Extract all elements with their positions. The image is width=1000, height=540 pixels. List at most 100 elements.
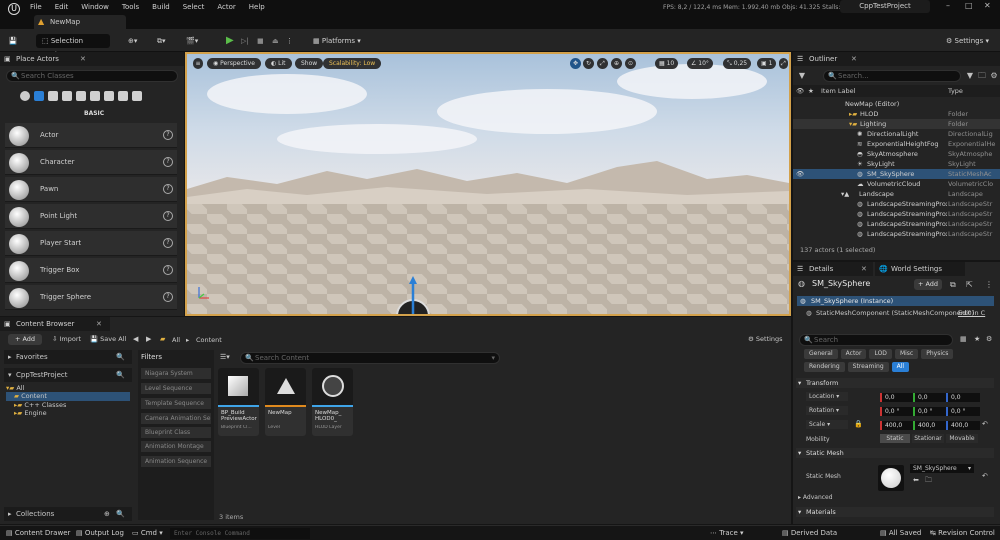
rotation-snap-button[interactable]: ∠ 10°	[687, 58, 713, 69]
use-selected-icon[interactable]: ⬅	[913, 476, 919, 484]
import-button[interactable]: ⇩ Import	[52, 335, 81, 343]
close-tab-icon[interactable]: ✕	[861, 262, 867, 276]
scale-icon[interactable]: ⤢	[597, 58, 608, 69]
mesh-thumbnail[interactable]	[878, 465, 904, 491]
selection-mode-dropdown[interactable]: ⬚ Selection Mode ▾	[36, 34, 110, 59]
help-icon[interactable]: ?	[163, 157, 173, 167]
reset-icon[interactable]: ↶	[982, 472, 988, 480]
project-header[interactable]: ▾ CppTestProject 🔍	[4, 368, 132, 382]
edit-blueprint-icon[interactable]: ⇱	[966, 280, 973, 289]
scale-z[interactable]: 400,0	[946, 421, 980, 430]
content-browser-tab[interactable]: ▣ Content Browser ✕	[0, 317, 110, 331]
visibility-icon[interactable]: 👁	[796, 85, 804, 97]
forward-icon[interactable]: ▶	[146, 335, 151, 343]
show-button[interactable]: Show	[295, 58, 324, 69]
outliner-row[interactable]: ◍ LandscapeStreamingProxy LandscapeStr	[793, 209, 1000, 219]
outliner-tab[interactable]: ☰ Outliner ✕	[793, 52, 1000, 66]
close-tab-icon[interactable]: ✕	[851, 52, 857, 66]
cb-settings-button[interactable]: ⚙ Settings	[748, 335, 783, 343]
help-icon[interactable]: ?	[163, 184, 173, 194]
outliner-row[interactable]: ▾▲ Landscape Landscape	[793, 189, 1000, 199]
outliner-row[interactable]: NewMap (Editor)	[793, 99, 1000, 109]
rotation-dropdown[interactable]: Rotation ▾	[806, 406, 848, 415]
rotation-x[interactable]: 0,0 °	[880, 407, 914, 416]
add-collection-icon[interactable]: ⊕	[104, 507, 110, 521]
outliner-row[interactable]: ◍ LandscapeStreamingProxy LandscapeStr	[793, 199, 1000, 209]
filter-template-sequence[interactable]: Template Sequence	[141, 398, 211, 409]
maximize-viewport-icon[interactable]: ⤢	[779, 58, 788, 69]
filter-streaming[interactable]: Streaming	[847, 362, 889, 372]
mobility-movable[interactable]: Movable	[946, 434, 978, 443]
trigger-box-item[interactable]: Trigger Box?	[5, 258, 177, 283]
filter-animation-sequence[interactable]: Animation Sequence	[141, 456, 211, 467]
filter-icon[interactable]: ▼	[965, 71, 975, 81]
instance-row[interactable]: ◍ SM_SkySphere (Instance)	[797, 296, 994, 306]
outliner-row[interactable]: ☁ VolumetricCloud VolumetricClo	[793, 179, 1000, 189]
tree-cpp-classes[interactable]: ▸▰ C++ Classes	[14, 401, 66, 409]
outliner-row[interactable]: ◍ LandscapeStreamingProxy LandscapeStr	[793, 219, 1000, 229]
map-tab[interactable]: ▲ NewMap	[34, 15, 126, 29]
character-item[interactable]: Character?	[5, 150, 177, 175]
tree-engine[interactable]: ▸▰ Engine	[14, 409, 47, 417]
menu-edit[interactable]: Edit	[55, 3, 69, 11]
step-icon[interactable]: ▷|	[241, 34, 249, 48]
static-mesh-dropdown[interactable]: SM_SkySphere ▾	[910, 464, 974, 473]
add-filter-icon[interactable]: ▼	[797, 71, 807, 81]
scale-dropdown[interactable]: Scale ▾	[806, 420, 848, 429]
outliner-search-input[interactable]: 🔍 Search...	[823, 70, 961, 82]
options-icon[interactable]: ⋮	[985, 280, 993, 289]
unreal-logo-icon[interactable]: U	[8, 3, 20, 15]
play-options-icon[interactable]: ⋮	[286, 34, 293, 48]
eject-icon[interactable]: ⏏	[272, 34, 279, 48]
star-icon[interactable]: ★	[808, 85, 814, 97]
add-content-button[interactable]: + Add	[8, 334, 42, 345]
shapes-category-icon[interactable]	[62, 91, 72, 101]
save-all-button[interactable]: 💾 Save All	[90, 335, 126, 343]
outliner-row[interactable]: ▸▰ HLOD Folder	[793, 109, 1000, 119]
grid-snap-button[interactable]: ▦ 10	[655, 58, 679, 69]
gear-icon[interactable]: ⚙	[986, 335, 992, 343]
translate-icon[interactable]: ✥	[570, 58, 582, 69]
favorites-header[interactable]: ▸ Favorites 🔍	[4, 350, 132, 364]
filter-rendering[interactable]: Rendering	[804, 362, 845, 372]
help-icon[interactable]: ?	[163, 130, 173, 140]
play-icon[interactable]: ▶	[226, 34, 234, 48]
rotation-y[interactable]: 0,0 °	[913, 407, 947, 416]
reset-icon[interactable]: ↶	[982, 420, 988, 428]
filter-physics[interactable]: Physics	[921, 349, 954, 359]
player-start-item[interactable]: Player Start?	[5, 231, 177, 256]
add-actor-icon[interactable]: ⊕▾	[128, 34, 137, 48]
close-tab-icon[interactable]: ✕	[96, 317, 102, 331]
filter-actor[interactable]: Actor	[840, 349, 867, 359]
output-log-button[interactable]: ▤ Output Log	[76, 529, 124, 537]
breadcrumb-content[interactable]: Content	[196, 336, 222, 344]
project-tab[interactable]: CppTestProject	[840, 0, 930, 13]
breadcrumb-all[interactable]: All	[172, 336, 180, 344]
outliner-row[interactable]: ≋ ExponentialHeightFog ExponentialHe	[793, 139, 1000, 149]
outliner-row[interactable]: ◍ LandscapeStreamingProxy LandscapeStr	[793, 229, 1000, 239]
actor-item[interactable]: Actor?	[5, 123, 177, 148]
folder-add-icon[interactable]: 🗀	[977, 71, 987, 81]
scalability-button[interactable]: Scalability: Low	[323, 58, 382, 69]
filter-level-sequence[interactable]: Level Sequence	[141, 383, 211, 394]
mobility-static[interactable]: Static	[880, 434, 910, 443]
menu-help[interactable]: Help	[249, 3, 265, 11]
outliner-row[interactable]: ▾▰ Lighting Folder	[793, 119, 1000, 129]
pawn-item[interactable]: Pawn?	[5, 177, 177, 202]
visibility-icon[interactable]: 👁	[796, 169, 804, 179]
location-y[interactable]: 0,0	[913, 393, 947, 402]
lit-button[interactable]: ◐ Lit	[265, 58, 292, 69]
advanced-toggle[interactable]: ▸ Advanced	[798, 494, 833, 501]
revision-control-button[interactable]: ↹ Revision Control	[930, 529, 995, 537]
filter-lod[interactable]: LOD	[869, 349, 892, 359]
console-input[interactable]: Enter Console Command	[170, 528, 310, 539]
materials-section[interactable]: ▾ Materials	[796, 507, 994, 517]
col-item-label[interactable]: Item Label	[821, 85, 855, 97]
rotation-z[interactable]: 0,0 °	[946, 407, 980, 416]
filter-animation-montage[interactable]: Animation Montage	[141, 441, 211, 452]
transform-section[interactable]: ▾ Transform	[796, 378, 994, 388]
translate-gizmo[interactable]	[395, 276, 431, 316]
all-saved-button[interactable]: ▤ All Saved	[880, 529, 921, 537]
filter-general[interactable]: General	[804, 349, 838, 359]
surface-snap-icon[interactable]: ⊙	[625, 58, 637, 69]
